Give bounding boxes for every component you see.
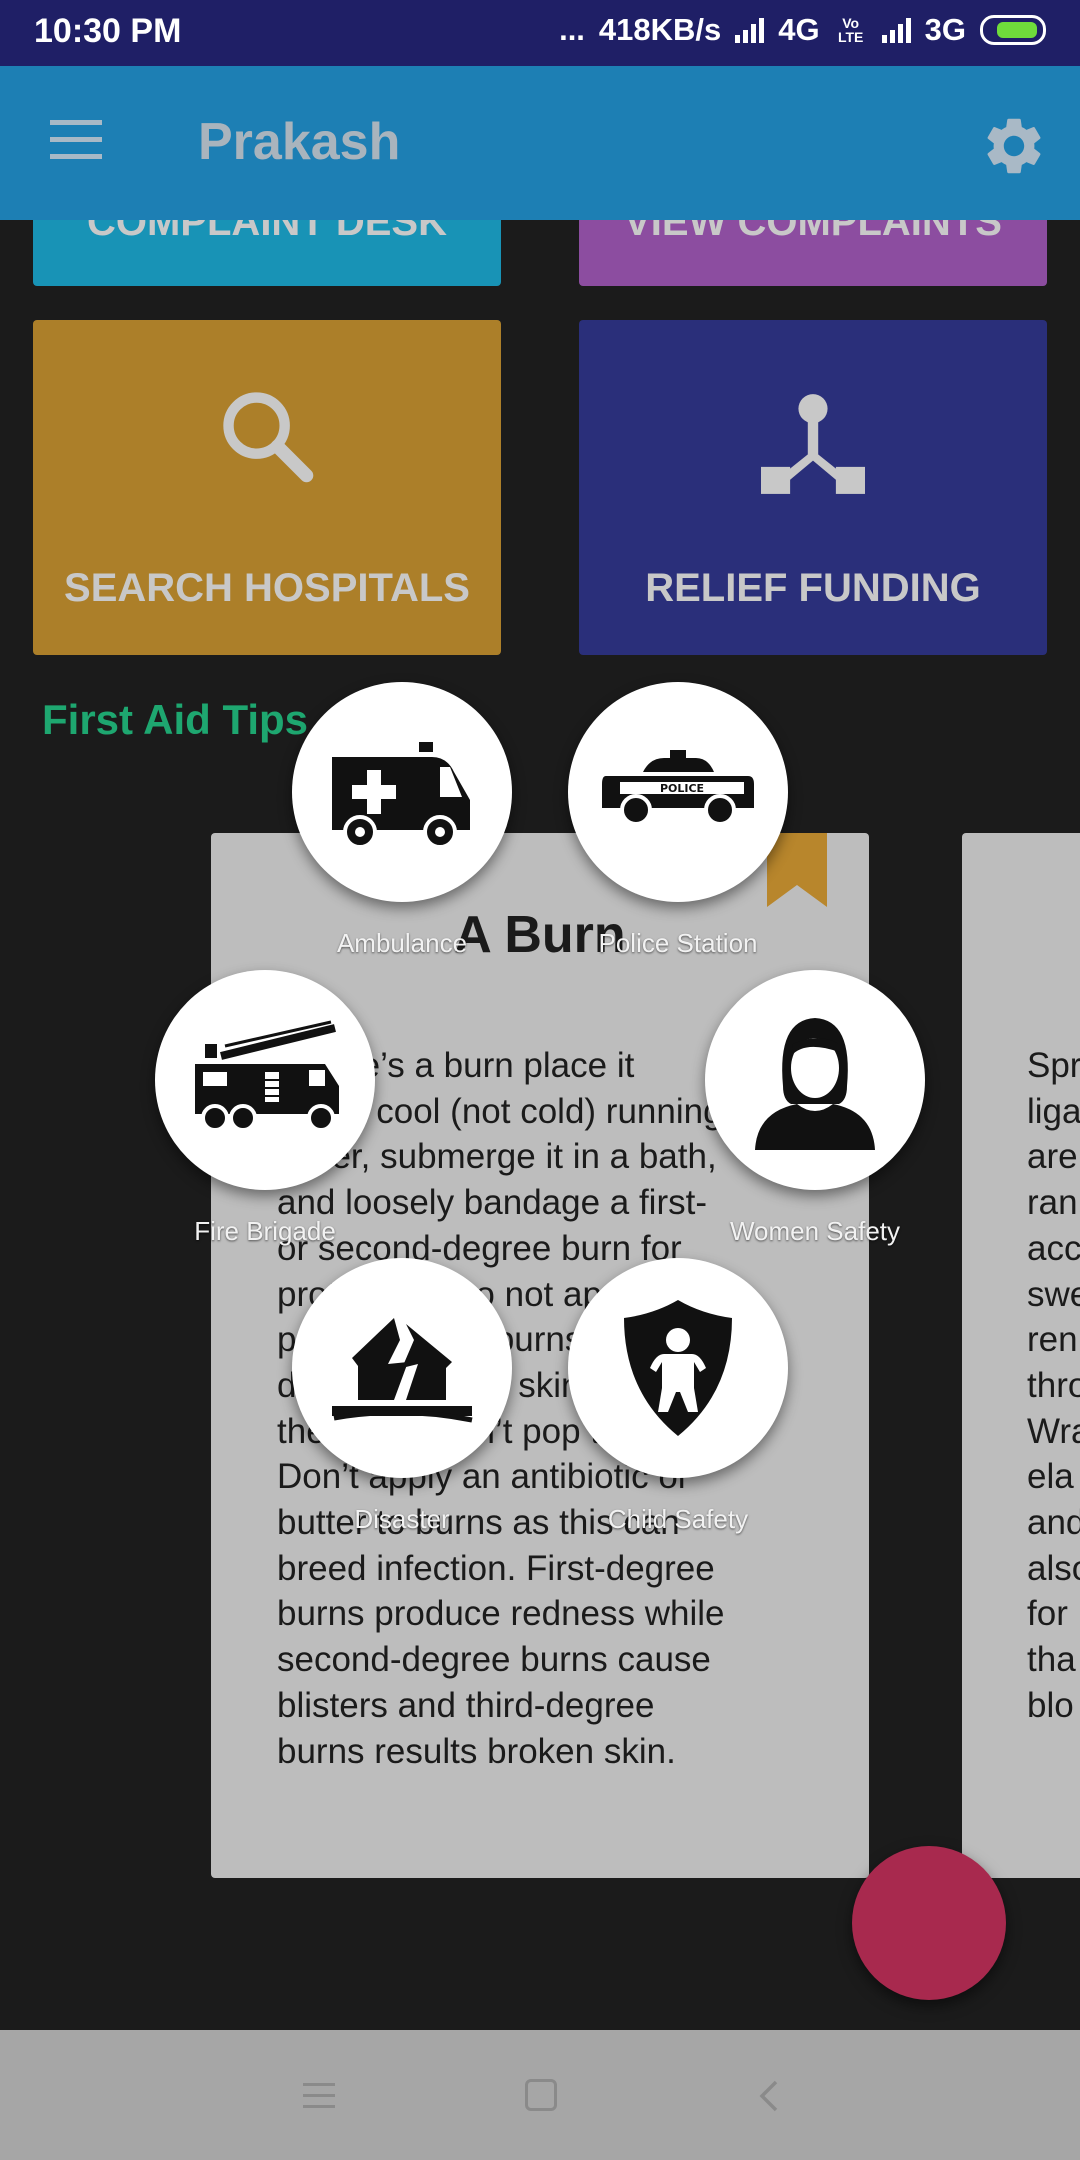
- ambulance-icon: [332, 742, 470, 849]
- disaster-label: Disaster: [354, 1504, 450, 1534]
- emergency-fab-button[interactable]: [852, 1846, 1006, 2000]
- app-title: Prakash: [198, 113, 401, 171]
- police-text: POLICE: [660, 782, 704, 795]
- woman-icon: [755, 1018, 875, 1150]
- home-icon[interactable]: [525, 2079, 557, 2111]
- back-icon[interactable]: [752, 2078, 786, 2114]
- earthquake-house-icon: [332, 1318, 473, 1423]
- emergency-radial-menu: Ambulance POLICE Police Station Fire Bri…: [0, 0, 1080, 2160]
- app-bar: Prakash: [0, 66, 1080, 220]
- ambulance-button[interactable]: [292, 682, 512, 902]
- fire-brigade-label: Fire Brigade: [194, 1216, 336, 1246]
- system-nav-bar: [0, 2030, 1080, 2160]
- disaster-button[interactable]: [292, 1258, 512, 1478]
- ambulance-label: Ambulance: [336, 928, 468, 958]
- child-shield-icon: [624, 1300, 732, 1436]
- police-station-button[interactable]: POLICE: [568, 682, 788, 902]
- women-safety-button[interactable]: [705, 970, 925, 1190]
- recent-apps-icon[interactable]: [303, 2081, 335, 2109]
- settings-gear-icon[interactable]: [980, 112, 1048, 180]
- fire-brigade-button[interactable]: [155, 970, 375, 1190]
- hamburger-menu-icon[interactable]: [50, 120, 104, 160]
- fire-truck-icon: [195, 1020, 339, 1132]
- women-safety-label: Women Safety: [729, 1216, 901, 1246]
- child-safety-button[interactable]: [568, 1258, 788, 1478]
- police-car-icon: POLICE: [602, 750, 754, 826]
- child-safety-label: Child Safety: [607, 1504, 749, 1534]
- police-station-label: Police Station: [598, 928, 758, 958]
